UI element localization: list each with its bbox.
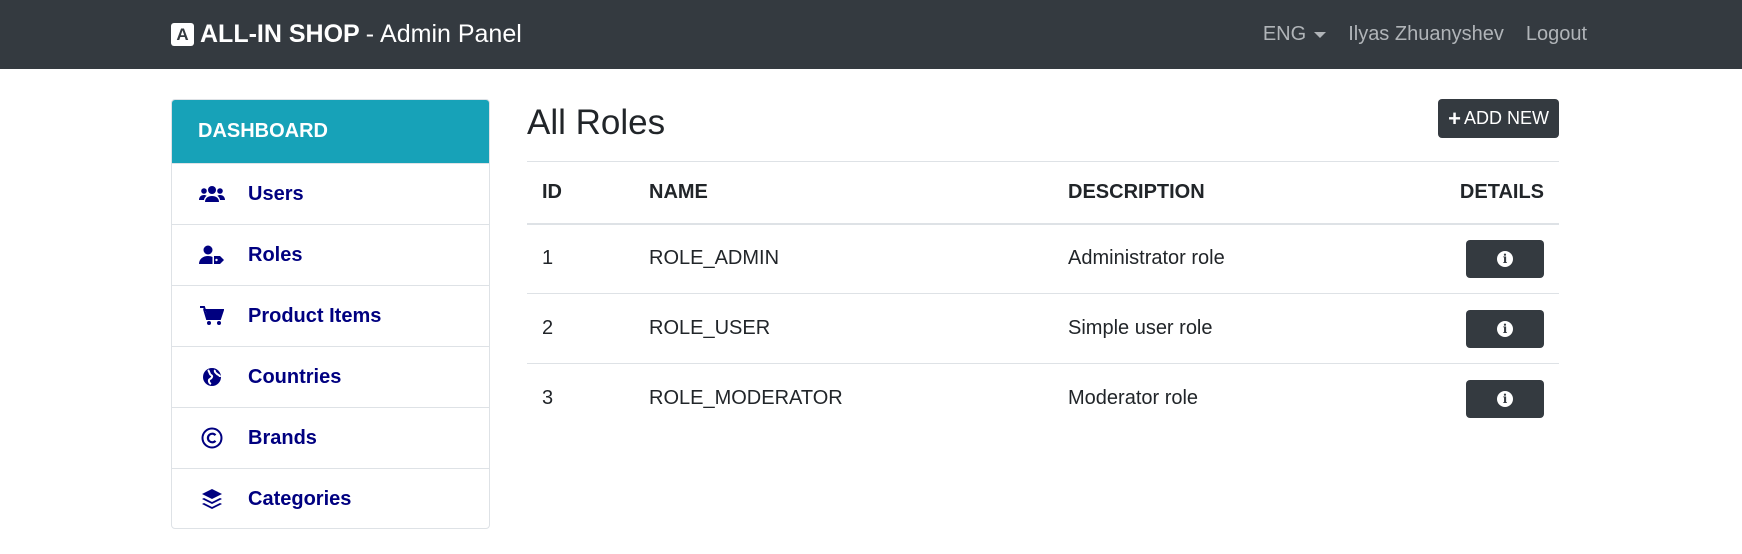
users-icon [198, 184, 226, 204]
cell-name: ROLE_MODERATOR [649, 387, 843, 410]
sidebar-item-label: Roles [248, 243, 303, 266]
cell-id: 2 [527, 293, 634, 364]
cell-description: Moderator role [1068, 387, 1199, 410]
language-label: ENG [1262, 23, 1307, 45]
plus-icon: + [1448, 105, 1461, 131]
copyright-icon [198, 427, 226, 449]
cell-id: 1 [527, 223, 634, 294]
cell-details: i [1413, 293, 1559, 364]
caret-down-icon [1314, 31, 1327, 38]
column-header-description: DESCRIPTION [1053, 161, 1413, 225]
sidebar-item-categories[interactable]: Categories [172, 468, 489, 528]
sidebar-item-label: Product Items [248, 304, 382, 327]
add-new-label: ADD NEW [1464, 108, 1549, 128]
sidebar-item-label: Brands [248, 426, 317, 449]
language-dropdown[interactable]: ENG [1262, 23, 1327, 46]
cell-description: Simple user role [1053, 293, 1413, 364]
table-row: 1 ROLE_ADMIN Administrator role i [527, 223, 1559, 294]
roles-table: ID NAME DESCRIPTION DETAILS 1 ROLE_ADMIN… [527, 161, 1559, 434]
table-row: 3 ROLE_MODERATOR Moderator role i [527, 364, 1559, 434]
cell-details: i [1413, 364, 1559, 434]
brand-subtitle: Admin Panel [380, 20, 522, 48]
sidebar-header[interactable]: DASHBOARD [172, 100, 489, 163]
info-icon: i [1497, 250, 1513, 267]
cart-icon [198, 306, 226, 326]
sidebar: DASHBOARD Users Roles Product Items Coun… [171, 99, 490, 529]
table-header-row: ID NAME DESCRIPTION DETAILS [527, 161, 1559, 225]
brand-separator: - [365, 20, 375, 48]
sidebar-item-users[interactable]: Users [172, 163, 489, 224]
globe-icon [198, 367, 226, 387]
navbar-right: ENG Ilyas Zhuanyshev Logout [1263, 0, 1587, 69]
sidebar-item-label: Users [248, 182, 304, 205]
brand-name: ALL-IN SHOP [200, 20, 360, 48]
user-tag-icon [198, 245, 226, 265]
details-button[interactable]: i [1466, 239, 1544, 278]
cell-details: i [1413, 223, 1559, 294]
sidebar-item-label: Countries [248, 365, 342, 388]
sidebar-item-roles[interactable]: Roles [172, 224, 489, 285]
cell-name: ROLE_ADMIN [634, 223, 1053, 294]
layers-icon [198, 488, 226, 510]
cell-name: ROLE_USER [634, 293, 1053, 364]
column-header-name: NAME [634, 161, 1053, 225]
sidebar-item-brands[interactable]: Brands [172, 407, 489, 468]
brand[interactable]: A ALL-IN SHOP - Admin Panel [171, 0, 522, 69]
cell-description: Administrator role [1053, 223, 1413, 294]
info-icon: i [1497, 390, 1513, 407]
page-title: All Roles [527, 103, 666, 142]
details-button[interactable]: i [1466, 309, 1544, 348]
sidebar-item-label: Categories [248, 487, 352, 510]
add-new-button[interactable]: + ADD NEW [1438, 99, 1559, 138]
column-header-details: DETAILS [1413, 161, 1559, 225]
top-navbar: A ALL-IN SHOP - Admin Panel ENG Ilyas Zh… [0, 0, 1742, 69]
brand-logo-icon: A [171, 23, 194, 46]
table-row: 2 ROLE_USER Simple user role i [527, 293, 1559, 364]
sidebar-item-product-items[interactable]: Product Items [172, 285, 489, 346]
info-icon: i [1497, 320, 1513, 337]
logout-link[interactable]: Logout [1526, 23, 1587, 46]
cell-id: 3 [542, 387, 554, 410]
details-button[interactable]: i [1466, 379, 1544, 418]
user-name-link[interactable]: Ilyas Zhuanyshev [1348, 23, 1504, 46]
sidebar-item-countries[interactable]: Countries [172, 346, 489, 407]
column-header-id: ID [527, 161, 634, 225]
